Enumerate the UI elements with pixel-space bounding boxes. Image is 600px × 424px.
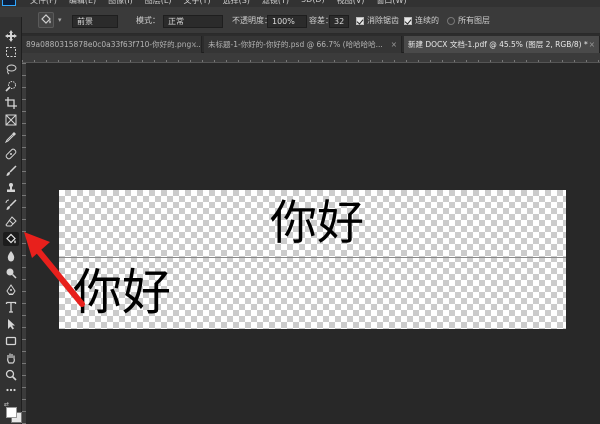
tab-label: 未标题-1-你好的-你好的.psd @ 66.7% (哈哈哈哈... xyxy=(208,40,383,49)
eraser-tool[interactable] xyxy=(3,215,19,229)
text-layer-bottom[interactable]: 你好 xyxy=(73,268,171,317)
magnifier-icon xyxy=(5,369,17,381)
close-icon[interactable]: × xyxy=(391,36,397,53)
foreground-color-swatch[interactable] xyxy=(6,407,17,418)
type-icon xyxy=(5,301,17,313)
annotation-arrow-icon xyxy=(24,232,85,307)
mode-select[interactable]: 正常 xyxy=(163,15,223,28)
menu-bar: 文件(F) 编辑(E) 图像(I) 图层(L) 文字(Y) 选择(S) 滤镜(T) 3D(D)… xyxy=(0,0,600,7)
history-brush-tool[interactable] xyxy=(3,198,19,212)
contiguous-label: 连续的 xyxy=(415,16,439,25)
menu-item[interactable]: 编辑(E) xyxy=(69,0,96,6)
brush-icon xyxy=(6,165,17,176)
mode-label: 模式： xyxy=(136,16,160,25)
marquee-icon xyxy=(6,47,16,57)
all-layers-label: 所有图层 xyxy=(458,16,490,25)
brush-tool[interactable] xyxy=(3,164,19,178)
clone-stamp-tool[interactable] xyxy=(3,181,19,195)
photoshop-window: 文件(F) 编辑(E) 图像(I) 图层(L) 文字(Y) 选择(S) 滤镜(T) 3D(D)… xyxy=(0,0,600,424)
dodge-icon xyxy=(6,268,17,279)
healing-brush-tool[interactable] xyxy=(3,147,19,161)
stamp-icon xyxy=(7,183,15,192)
contiguous-checkbox[interactable] xyxy=(404,17,412,25)
crop-tool[interactable] xyxy=(3,96,19,110)
tab-document-3-active[interactable]: 新建 DOCX 文档-1.pdf @ 45.5% (图层 2, RGB/8) *… xyxy=(404,36,600,53)
color-swatches: ⇄ xyxy=(2,401,22,424)
close-icon[interactable]: × xyxy=(191,36,197,53)
menu-item[interactable]: 视图(V) xyxy=(337,0,365,6)
antialias-label: 消除锯齿 xyxy=(367,16,399,25)
document-canvas[interactable]: 你好 你好 xyxy=(59,190,566,329)
move-tool[interactable] xyxy=(3,29,19,43)
more-tools-button[interactable] xyxy=(3,383,19,397)
arrow-cursor-icon xyxy=(8,319,15,330)
marquee-tool[interactable] xyxy=(3,45,19,59)
dodge-tool[interactable] xyxy=(3,266,19,280)
menu-items: 文件(F) 编辑(E) 图像(I) 图层(L) 文字(Y) 选择(S) 滤镜(T) 3D(D)… xyxy=(30,0,407,6)
lasso-icon xyxy=(6,64,17,75)
type-tool[interactable] xyxy=(3,300,19,314)
pen-icon xyxy=(6,284,16,295)
opacity-label: 不透明度： xyxy=(232,16,272,25)
pen-tool[interactable] xyxy=(3,283,19,297)
hand-tool[interactable] xyxy=(3,351,19,365)
menu-item[interactable]: 文件(F) xyxy=(30,0,57,6)
paint-bucket-icon xyxy=(41,14,51,24)
frame-tool[interactable] xyxy=(3,113,19,127)
quick-selection-tool[interactable] xyxy=(3,79,19,93)
quick-selection-icon xyxy=(5,81,16,92)
tab-document-1[interactable]: 89a0880315878e0c0a33f63f710-你好的.png ... … xyxy=(22,36,202,53)
close-icon[interactable]: × xyxy=(589,36,595,53)
opacity-select[interactable]: 100% xyxy=(267,15,307,28)
tools-panel: ⇄ xyxy=(0,17,22,424)
chevron-down-icon[interactable]: ▾ xyxy=(58,16,62,24)
text-layer-top[interactable]: 你好 xyxy=(270,200,364,247)
all-layers-checkbox[interactable] xyxy=(447,17,455,25)
fill-source-select[interactable]: 前景 xyxy=(72,15,118,28)
crop-icon xyxy=(5,97,17,109)
antialias-checkbox[interactable] xyxy=(356,17,364,25)
menu-item[interactable]: 图层(L) xyxy=(145,0,172,6)
paint-bucket-icon xyxy=(6,233,16,244)
eyedropper-icon xyxy=(5,132,16,143)
menu-item[interactable]: 窗口(W) xyxy=(376,0,406,6)
zoom-tool[interactable] xyxy=(3,368,19,382)
menu-item[interactable]: 图像(I) xyxy=(108,0,133,6)
tab-label: 新建 DOCX 文档-1.pdf @ 45.5% (图层 2, RGB/8) * xyxy=(408,40,588,49)
bandage-icon xyxy=(5,148,17,160)
blur-tool[interactable] xyxy=(3,249,19,263)
tool-preset-picker[interactable] xyxy=(38,12,54,28)
rectangle-icon xyxy=(5,336,17,346)
move-icon xyxy=(5,30,17,42)
rectangle-tool[interactable] xyxy=(3,334,19,348)
menu-item[interactable]: 滤镜(T) xyxy=(262,0,289,6)
paint-bucket-tool[interactable] xyxy=(3,232,19,246)
ellipsis-icon xyxy=(6,388,16,392)
hand-icon xyxy=(7,353,15,364)
eraser-icon xyxy=(5,216,17,227)
lasso-tool[interactable] xyxy=(3,62,19,76)
frame-icon xyxy=(5,114,17,126)
options-bar: ▾ 前景 模式： 正常 不透明度： 100% 容差： 32 消除锯齿 连续的 所… xyxy=(0,7,600,34)
eyedropper-tool[interactable] xyxy=(3,130,19,144)
tolerance-input[interactable]: 32 xyxy=(329,15,349,28)
menu-item[interactable]: 3D(D) xyxy=(301,0,325,6)
horizontal-ruler[interactable] xyxy=(22,53,600,63)
tab-document-2[interactable]: 未标题-1-你好的-你好的.psd @ 66.7% (哈哈哈哈... × xyxy=(204,36,402,53)
path-selection-tool[interactable] xyxy=(3,317,19,331)
menu-item[interactable]: 文字(Y) xyxy=(183,0,210,6)
tab-label: 89a0880315878e0c0a33f63f710-你好的.png ... xyxy=(26,40,201,49)
document-tab-bar: 89a0880315878e0c0a33f63f710-你好的.png ... … xyxy=(22,34,600,53)
guide-line[interactable] xyxy=(59,257,566,258)
ps-logo xyxy=(2,0,16,6)
history-brush-icon xyxy=(5,199,17,210)
menu-item[interactable]: 选择(S) xyxy=(223,0,250,6)
drop-icon xyxy=(7,251,15,262)
